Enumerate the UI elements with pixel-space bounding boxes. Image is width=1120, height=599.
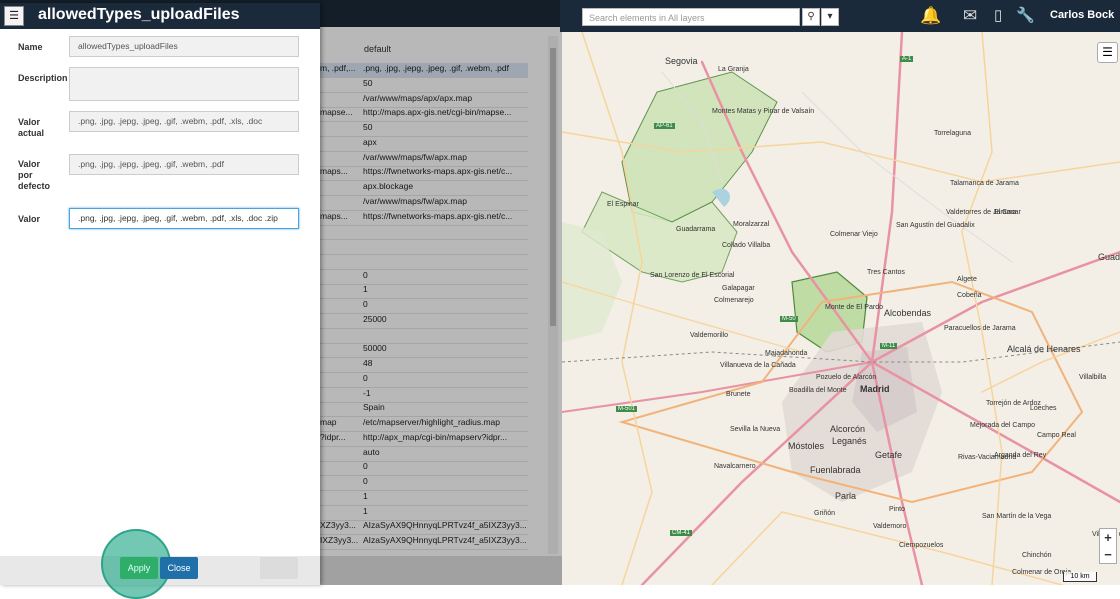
- map-place-label: Colmenar Viejo: [830, 231, 878, 238]
- zoom-control: + −: [1099, 528, 1117, 564]
- list-icon: ☰: [4, 6, 24, 26]
- map-place-label: Mejorada del Campo: [970, 422, 1035, 429]
- current-value-label-line2: actual: [18, 128, 45, 138]
- map-place-label: Ciempozuelos: [899, 542, 944, 549]
- map-place-label: Brunete: [726, 391, 751, 398]
- zoom-in-button[interactable]: +: [1100, 529, 1116, 546]
- map-place-label: Villalbilla: [1079, 374, 1107, 381]
- name-label: Name: [18, 42, 43, 52]
- map-place-label: San Lorenzo de El Escorial: [650, 272, 735, 279]
- current-value-label-line1: Valor: [18, 117, 41, 127]
- map-place-label: Alcalá de Henares: [1007, 344, 1081, 354]
- map-place-label: Algete: [957, 276, 977, 283]
- map-place-label: Colmenarejo: [714, 297, 754, 304]
- map-place-label: Griñón: [814, 510, 836, 517]
- map-place-label: Campo Real: [1037, 432, 1076, 439]
- search-icon[interactable]: ⚲: [802, 8, 820, 26]
- default-value-label-line3: defecto: [18, 181, 51, 191]
- map-place-label: El Casar: [994, 209, 1021, 216]
- scale-bar: 10 km: [1063, 572, 1097, 582]
- map-place-label: Moralzarzal: [733, 221, 770, 228]
- map-place-label: Alcobendas: [884, 308, 932, 318]
- apply-button[interactable]: Apply: [120, 557, 158, 579]
- dialog-header: ☰ allowedTypes_uploadFiles: [0, 3, 320, 29]
- mail-icon[interactable]: ✉: [963, 7, 977, 25]
- value-label: Valor: [18, 214, 41, 224]
- default-value-label-line1: Valor: [18, 159, 41, 169]
- map-place-label: Navalcarnero: [714, 463, 756, 470]
- map-place-label: Sevilla la Nueva: [730, 426, 781, 433]
- map-place-label: Valdemorillo: [690, 332, 728, 339]
- map-place-label: Guadarrama: [676, 226, 716, 233]
- default-value-label: Valor por defecto: [18, 159, 50, 192]
- dialog-title: allowedTypes_uploadFiles: [38, 6, 240, 23]
- map-place-label: Chinchón: [1022, 552, 1052, 559]
- map-place-label: San Agustín del Guadalix: [896, 222, 975, 229]
- background-button: [260, 557, 298, 579]
- road-shield: M-11: [880, 343, 898, 349]
- mobile-icon[interactable]: ▯: [994, 7, 1002, 25]
- map-place-label: Boadilla del Monte: [789, 387, 847, 394]
- map-place-label: Segovia: [665, 56, 698, 66]
- default-value-field[interactable]: .png, .jpg, .jepg, .jpeg, .gif, .webm, .…: [69, 154, 299, 175]
- road-shield: A-1: [900, 56, 914, 62]
- map-place-label: Arganda del Rey: [994, 452, 1047, 459]
- map-place-label: Alcorcón: [830, 424, 866, 434]
- name-field[interactable]: allowedTypes_uploadFiles: [69, 36, 299, 57]
- zoom-out-button[interactable]: −: [1100, 546, 1116, 563]
- map-place-label: Madrid: [860, 384, 890, 394]
- map-place-label: Cobeña: [957, 292, 982, 299]
- road-shield: M-501: [616, 406, 638, 412]
- map-place-label: Leganés: [832, 436, 867, 446]
- road-shield: AP-61: [654, 123, 675, 129]
- map-place-label: Móstoles: [788, 441, 825, 451]
- wrench-icon[interactable]: 🔧: [1016, 7, 1035, 25]
- map-place-label: Loeches: [1030, 405, 1057, 412]
- map-place-label: Torrelaguna: [934, 130, 971, 137]
- bell-icon[interactable]: 🔔: [920, 7, 941, 25]
- map-place-label: Tres Cantos: [867, 269, 905, 276]
- default-value-label-line2: por: [18, 170, 33, 180]
- map-place-label: Talamanca de Jarama: [950, 180, 1019, 187]
- map-place-label: Galapagar: [722, 285, 755, 292]
- map-place-label: El Espinar: [607, 201, 639, 208]
- map-place-label: Pozuelo de Alarcón: [816, 374, 877, 381]
- current-value-label: Valor actual: [18, 117, 44, 139]
- map-place-label: La Granja: [718, 66, 749, 73]
- map-place-label: Guadalajara: [1098, 252, 1120, 262]
- value-input[interactable]: .png, .jpg, .jepg, .jpeg, .gif, .webm, .…: [69, 208, 299, 229]
- road-shield: M-50: [780, 316, 798, 322]
- layers-icon[interactable]: ☰: [1097, 42, 1118, 63]
- map-place-label: San Martín de la Vega: [982, 513, 1052, 520]
- map-place-label: Villanueva de la Cañada: [720, 362, 796, 369]
- edit-parameter-dialog: ☰ allowedTypes_uploadFiles Name allowedT…: [0, 3, 320, 585]
- map-view[interactable]: Segovia La Granja Montes Matas y Pinar de …: [562, 32, 1120, 585]
- map-place-label: Parla: [835, 491, 857, 501]
- current-value-field[interactable]: .png, .jpg, .jepg, .jpeg, .gif, .webm, .…: [69, 111, 299, 132]
- map-place-label: Pinto: [889, 506, 905, 513]
- search-input[interactable]: Search elements in All layers: [582, 8, 800, 26]
- map-place-label: Getafe: [875, 450, 903, 460]
- top-navbar: Search elements in All layers ⚲ ▾ 🔔 ✉ ▯ …: [560, 0, 1120, 32]
- user-name[interactable]: Carlos Bock: [1050, 9, 1114, 21]
- close-button[interactable]: Close: [160, 557, 198, 579]
- chevron-down-icon[interactable]: ▾: [821, 8, 839, 26]
- map-place-label: Monte de El Pardo: [825, 304, 883, 311]
- map-place-label: Montes Matas y Pinar de Valsaín: [712, 108, 815, 115]
- map-place-label: Fuenlabrada: [810, 465, 861, 475]
- description-label: Description: [18, 73, 68, 83]
- description-field[interactable]: [69, 67, 299, 101]
- map-place-label: Valdemoro: [873, 523, 907, 530]
- map-place-label: Majadahonda: [765, 350, 808, 357]
- road-shield: CM-41: [670, 530, 693, 536]
- map-place-label: Paracuellos de Jarama: [944, 325, 1016, 332]
- map-place-label: Collado Villalba: [722, 242, 771, 249]
